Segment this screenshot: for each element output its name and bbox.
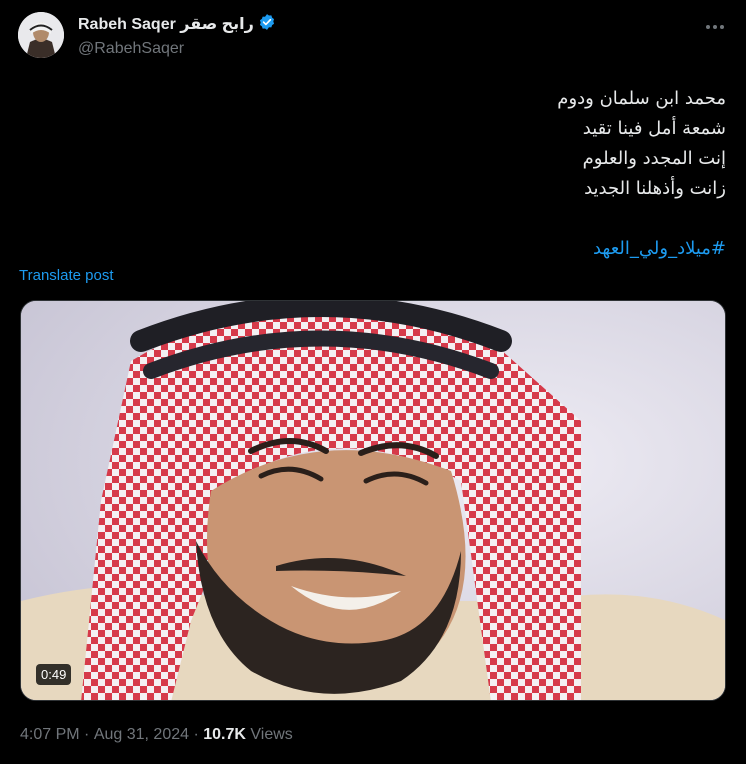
video-player[interactable]: 0:49 [20, 300, 726, 701]
avatar[interactable] [18, 12, 64, 58]
tweet-meta: 4:07 PM · Aug 31, 2024 · 10.7K Views [20, 726, 293, 744]
tweet-line-1: محمد ابن سلمان ودوم [557, 88, 726, 109]
verified-badge-icon [258, 13, 276, 37]
display-name-row[interactable]: Rabeh Saqer رابح صقر [78, 13, 276, 37]
tweet-header: Rabeh Saqer رابح صقر @RabehSaqer [18, 12, 728, 62]
meta-separator: · [189, 726, 204, 743]
handle[interactable]: @RabehSaqer [78, 38, 276, 60]
more-options-icon[interactable] [704, 16, 726, 38]
tweet-line-2: شمعة أمل فينا تقيد [582, 118, 726, 139]
hashtag-link[interactable]: #ميلاد_ولي_العهد [126, 234, 726, 264]
post-date[interactable]: Aug 31, 2024 [94, 726, 189, 744]
translate-post-link[interactable]: Translate post [19, 267, 114, 284]
avatar-image [18, 12, 64, 58]
display-name[interactable]: Rabeh Saqer رابح صقر [78, 15, 254, 35]
tweet-text: محمد ابن سلمان ودوم شمعة أمل فينا تقيد إ… [126, 84, 726, 264]
views-count: 10.7K [203, 726, 246, 743]
tweet-line-4: زانت وأذهلنا الجديد [584, 178, 726, 199]
meta-separator: · [79, 726, 94, 743]
post-time[interactable]: 4:07 PM [20, 726, 80, 744]
views-label: Views [245, 726, 293, 743]
video-thumbnail [21, 301, 725, 700]
tweet-line-3: إنت المجدد والعلوم [582, 148, 726, 169]
video-duration-badge: 0:49 [36, 664, 72, 685]
